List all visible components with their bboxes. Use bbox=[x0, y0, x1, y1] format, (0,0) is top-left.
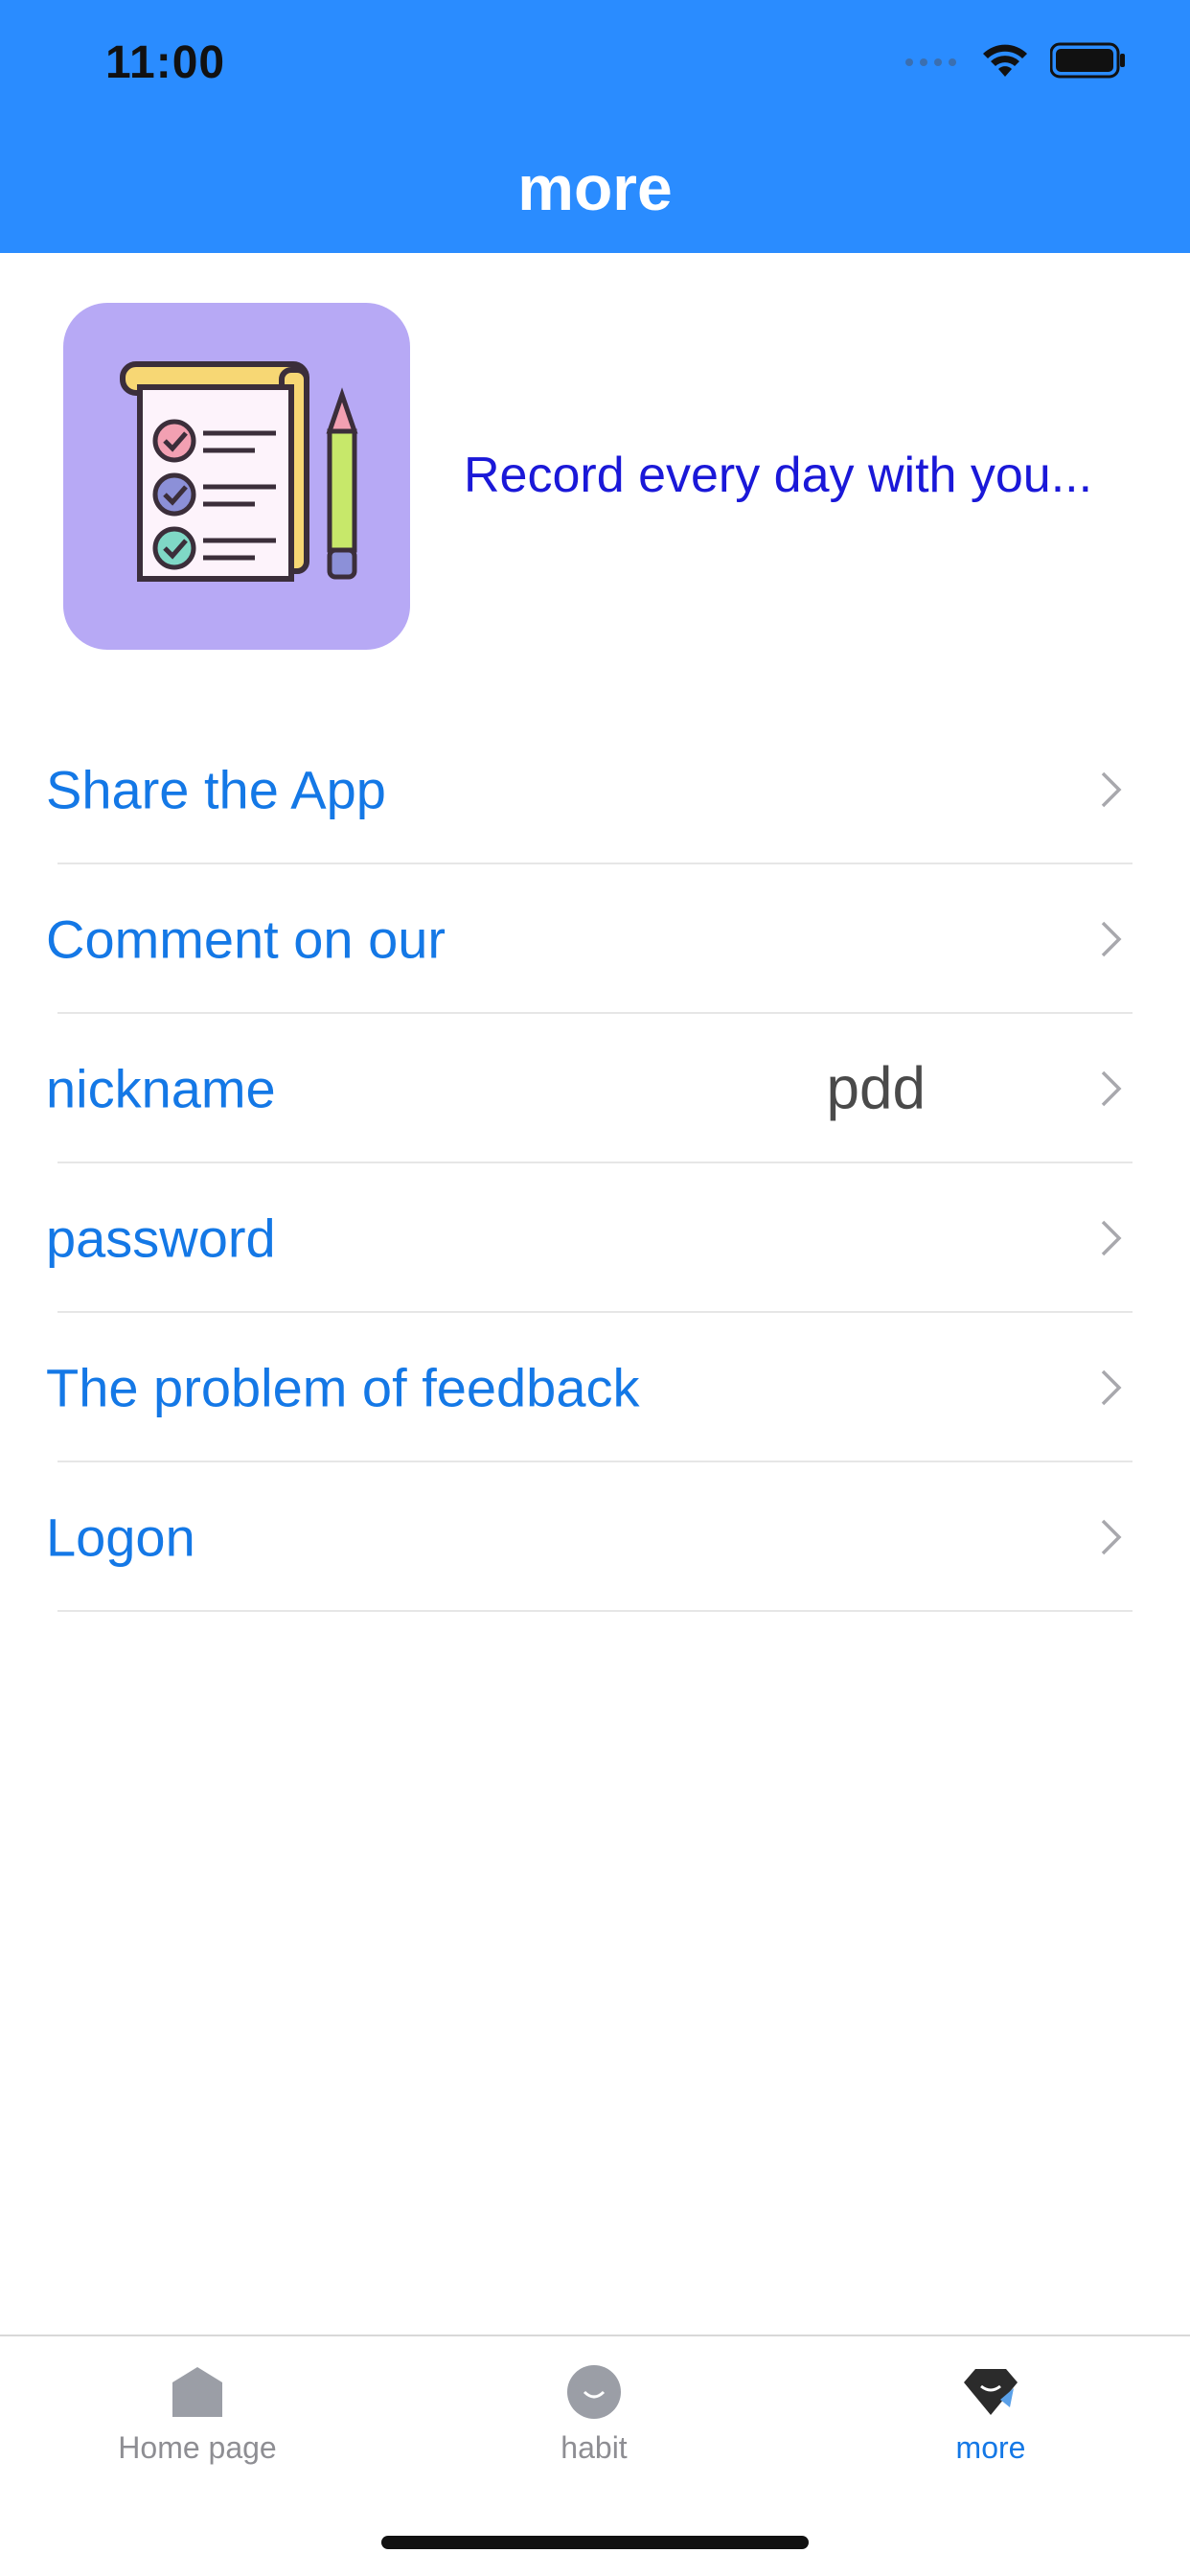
cellular-signal-icon bbox=[905, 58, 956, 66]
tab-home[interactable]: Home page bbox=[54, 2363, 341, 2507]
menu-item-label: Comment on our bbox=[46, 908, 446, 970]
more-screen: 11:00 more Record every day with you... … bbox=[0, 0, 1190, 2576]
chevron-right-icon bbox=[1101, 1369, 1122, 1406]
chevron-right-icon bbox=[1101, 771, 1122, 808]
menu-item-label: password bbox=[46, 1208, 276, 1269]
app-slogan: Record every day with you... bbox=[464, 448, 1093, 503]
chevron-right-icon bbox=[1101, 1519, 1122, 1555]
smile-icon bbox=[567, 2365, 621, 2419]
chevron-right-icon bbox=[1101, 1220, 1122, 1256]
status-icons bbox=[904, 42, 1127, 79]
chevron-right-icon bbox=[1101, 1070, 1122, 1107]
tab-label: more bbox=[955, 2430, 1026, 2465]
menu-item-nickname[interactable]: nickname pdd bbox=[0, 1014, 1190, 1163]
page-title: more bbox=[517, 152, 673, 223]
wifi-icon bbox=[983, 44, 1027, 77]
menu-item-label: Share the App bbox=[46, 759, 386, 820]
menu-item-label: The problem of feedback bbox=[46, 1357, 640, 1418]
nickname-value: pdd bbox=[826, 1055, 926, 1122]
home-indicator bbox=[381, 2536, 809, 2549]
battery-icon bbox=[1050, 42, 1125, 79]
divider bbox=[57, 1610, 1133, 1612]
menu-item-feedback[interactable]: The problem of feedback bbox=[0, 1313, 1190, 1462]
menu-item-password[interactable]: password bbox=[0, 1163, 1190, 1313]
menu-item-label: Logon bbox=[46, 1506, 195, 1568]
diamond-smile-icon bbox=[964, 2369, 1018, 2415]
tab-label: Home page bbox=[118, 2430, 277, 2465]
menu-item-share-app[interactable]: Share the App bbox=[0, 715, 1190, 864]
home-icon bbox=[172, 2367, 222, 2417]
chevron-right-icon bbox=[1101, 921, 1122, 957]
navigation-header: 11:00 more bbox=[0, 0, 1190, 253]
tab-label: habit bbox=[561, 2430, 628, 2465]
checklist-notepad-pencil-icon bbox=[120, 361, 358, 582]
menu-item-comment[interactable]: Comment on our bbox=[0, 864, 1190, 1014]
tab-more[interactable]: more bbox=[847, 2363, 1134, 2507]
status-time: 11:00 bbox=[105, 37, 226, 88]
menu-item-logon[interactable]: Logon bbox=[0, 1462, 1190, 1612]
tab-habit[interactable]: habit bbox=[450, 2363, 738, 2507]
app-logo bbox=[63, 303, 410, 650]
menu-item-label: nickname bbox=[46, 1058, 276, 1119]
